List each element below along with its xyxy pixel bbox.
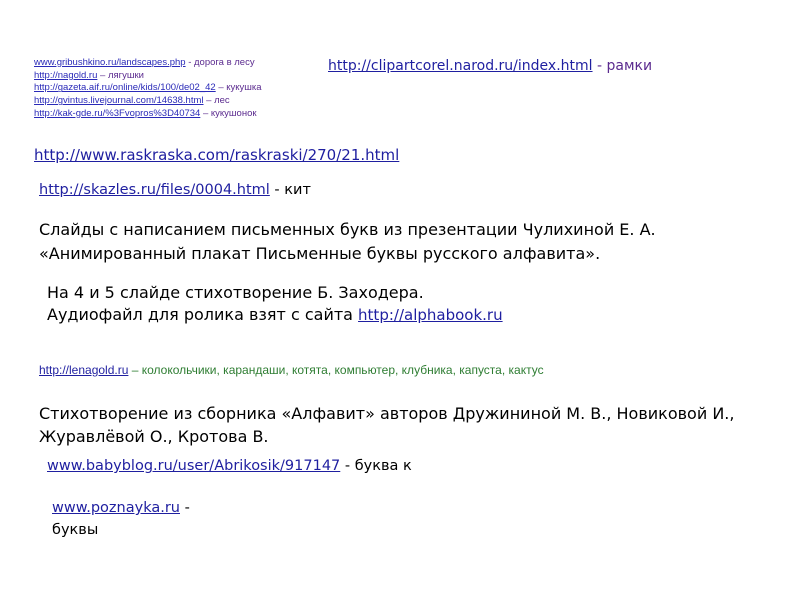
lenagold-note: – колокольчики, карандаши, котята, компь… (128, 363, 544, 377)
slides-source-text: Слайды с написанием письменных букв из п… (39, 218, 679, 266)
lenagold-link[interactable]: http://lenagold.ru (39, 363, 128, 377)
skazles-link[interactable]: http://skazles.ru/files/0004.html (39, 182, 270, 198)
credit-link-nagold[interactable]: http://nagold.ru (34, 70, 97, 81)
babyblog-link[interactable]: www.babyblog.ru/user/Abrikosik/917147 (47, 458, 340, 474)
clipart-link[interactable]: http://clipartcorel.narod.ru/index.html (328, 58, 593, 74)
audio-prefix: Аудиофайл для ролика взят с сайта (47, 305, 359, 324)
credit-row: http://gazeta.aif.ru/online/kids/100/de0… (34, 82, 262, 95)
slides-source-line-2: «Анимированный плакат Письменные буквы р… (39, 244, 601, 263)
lenagold-credit: http://lenagold.ru – колокольчики, каран… (39, 363, 544, 377)
skazles-credit: http://skazles.ru/files/0004.html - кит (39, 182, 311, 198)
credit-note: – кукушка (215, 82, 262, 94)
babyblog-note: - буква к (340, 458, 412, 474)
credit-link-kak-gde[interactable]: http://kak-gde.ru/%3Fvopros%3D40734 (34, 108, 200, 119)
skazles-note: - кит (269, 182, 311, 198)
credit-row: http://gvintus.livejournal.com/14638.htm… (34, 95, 262, 108)
credit-note: – лягушки (97, 69, 144, 81)
poznayka-link[interactable]: www.poznayka.ru (52, 500, 180, 516)
poznayka-credit: www.poznayka.ru - буквы (52, 497, 190, 541)
credit-note: – лес (203, 95, 230, 107)
poznayka-line-2: буквы (52, 522, 99, 538)
credit-note: - дорога в лесу (185, 57, 255, 68)
slides-source-line-1: Слайды с написанием письменных букв из п… (39, 220, 656, 239)
raskraska-link[interactable]: http://www.raskraska.com/raskraski/270/2… (34, 146, 399, 164)
credit-row: http://kak-gde.ru/%3Fvopros%3D40734 – ку… (34, 108, 262, 121)
credit-row: www.gribushkino.ru/landscapes.php - доро… (34, 57, 262, 70)
alphabet-poem-text: Стихотворение из сборника «Алфавит» авто… (39, 404, 735, 446)
clipart-note: - рамки (592, 58, 653, 74)
raskraska-credit: http://www.raskraska.com/raskraski/270/2… (34, 146, 399, 164)
alphabook-link[interactable]: http://alphabook.ru (358, 306, 503, 324)
babyblog-credit: www.babyblog.ru/user/Abrikosik/917147 - … (47, 458, 412, 474)
audio-line: Аудиофайл для ролика взят с сайта http:/… (47, 304, 567, 326)
credit-note: – кукушонок (200, 107, 257, 119)
credit-link-gazeta-aif[interactable]: http://gazeta.aif.ru/online/kids/100/de0… (34, 82, 216, 93)
small-credits-block: www.gribushkino.ru/landscapes.php - доро… (34, 57, 262, 121)
credit-link-gvintus[interactable]: http://gvintus.livejournal.com/14638.htm… (34, 95, 204, 106)
credit-link-gribushkino[interactable]: www.gribushkino.ru/landscapes.php (34, 57, 186, 68)
clipart-credit: http://clipartcorel.narod.ru/index.html … (328, 58, 652, 74)
poem-line: На 4 и 5 слайде стихотворение Б. Заходер… (47, 283, 424, 302)
poznayka-note: - (180, 500, 190, 516)
credit-row: http://nagold.ru – лягушки (34, 70, 262, 83)
poem-audio-text: На 4 и 5 слайде стихотворение Б. Заходер… (47, 282, 567, 326)
